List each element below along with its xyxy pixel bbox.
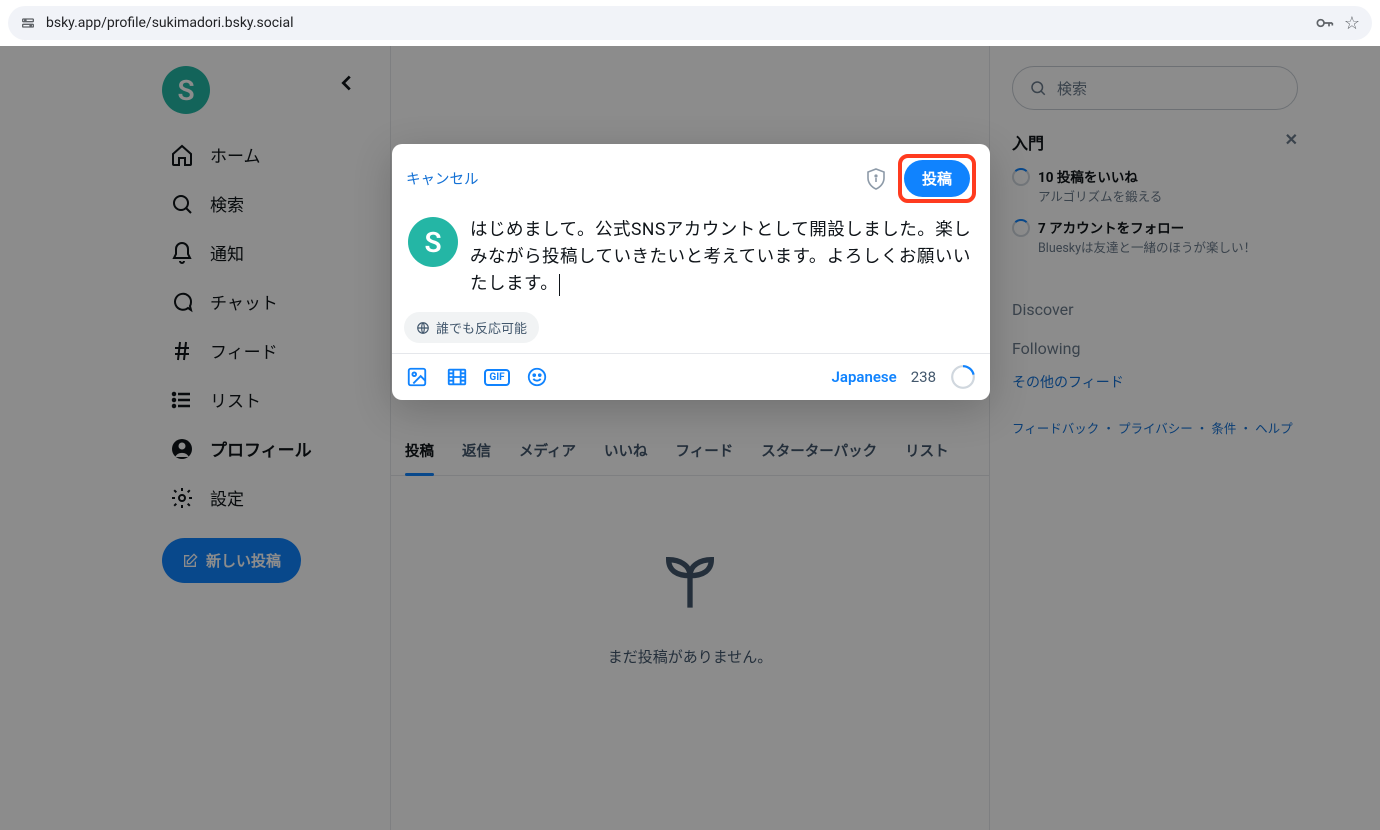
post-button-highlight: 投稿 [898, 154, 976, 203]
url-field[interactable]: bsky.app/profile/sukimadori.bsky.social … [8, 6, 1372, 40]
globe-icon [416, 321, 430, 335]
bookmark-star-icon[interactable]: ☆ [1344, 13, 1360, 34]
compose-text-area[interactable]: はじめまして。公式SNSアカウントとして開設しました。楽しみながら投稿していきた… [470, 217, 974, 298]
character-count: 238 [911, 368, 936, 386]
language-selector[interactable]: Japanese [832, 368, 897, 386]
cancel-button[interactable]: キャンセル [406, 168, 479, 189]
compose-modal: キャンセル 投稿 S はじめまして。公式SNSアカウントとして開設しました。楽し… [392, 144, 990, 400]
text-cursor [559, 274, 560, 296]
interaction-settings-button[interactable]: 誰でも反応可能 [404, 312, 539, 343]
site-settings-icon [20, 15, 36, 31]
video-upload-button[interactable] [446, 366, 468, 388]
browser-url-bar: bsky.app/profile/sukimadori.bsky.social … [0, 0, 1380, 46]
gif-button[interactable]: GIF [486, 366, 508, 388]
emoji-button[interactable] [526, 366, 548, 388]
character-progress-ring [950, 364, 976, 390]
shield-icon[interactable] [864, 167, 888, 191]
image-upload-button[interactable] [406, 366, 428, 388]
password-key-icon[interactable] [1314, 13, 1334, 33]
post-button[interactable]: 投稿 [904, 160, 970, 197]
url-text: bsky.app/profile/sukimadori.bsky.social [46, 15, 1304, 31]
compose-avatar: S [408, 217, 458, 267]
